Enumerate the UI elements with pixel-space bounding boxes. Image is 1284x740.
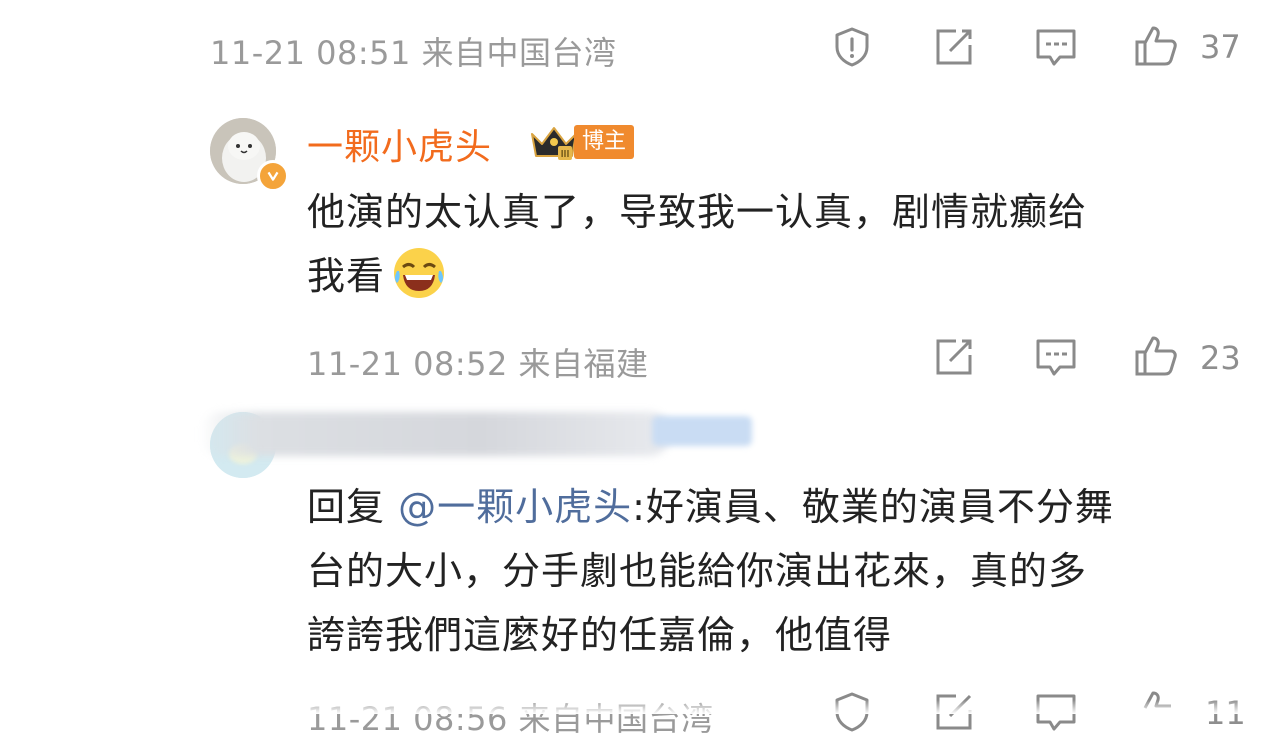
username-blurred (200, 412, 670, 456)
badge-label: 博主 (574, 125, 635, 159)
like-icon[interactable] (1134, 334, 1178, 378)
comment-text-line: 我看 (307, 244, 1227, 308)
mention-link[interactable]: @一颗小虎头 (398, 485, 632, 529)
comment-text-segment: 我看 (307, 254, 386, 298)
comment-text-segment: :好演員、敬業的演員不分舞 (632, 485, 1114, 529)
like-count: 23 (1200, 339, 1241, 377)
svg-text:III: III (561, 149, 570, 160)
repost-icon[interactable] (932, 25, 976, 69)
comment-text-line: 他演的太认真了，导致我一认真，剧情就癫给 (307, 190, 1088, 234)
comment-text-line: 台的大小，分手劇也能給你演出花來，真的多 (307, 549, 1088, 593)
comment-icon[interactable] (1034, 25, 1078, 69)
comment-text-line: 誇誇我們這麼好的任嘉倫，他值得 (307, 613, 893, 657)
repost-icon[interactable] (932, 335, 976, 379)
username[interactable]: 一颗小虎头 (307, 118, 492, 170)
like-icon[interactable] (1134, 24, 1178, 68)
comment-meta: 11-21 08:51 来自中国台湾 (210, 34, 617, 72)
blogger-badge: III 博主 (528, 122, 635, 162)
comment-meta: 11-21 08:52 来自福建 (307, 345, 649, 383)
laughing-emoji-icon (391, 245, 447, 301)
comment-text-line: 回复 @一颗小虎头:好演員、敬業的演員不分舞 (307, 475, 1247, 539)
crown-icon: III (528, 122, 580, 162)
comment-text: 回复 @一颗小虎头:好演員、敬業的演員不分舞 台的大小，分手劇也能給你演出花來，… (307, 475, 1247, 667)
scroll-fade (0, 700, 1284, 714)
comment-icon[interactable] (1034, 335, 1078, 379)
comment-text: 他演的太认真了，导致我一认真，剧情就癫给 我看 (307, 180, 1227, 308)
verified-badge-icon (257, 160, 289, 192)
reply-prefix: 回复 (307, 485, 399, 529)
report-icon[interactable] (830, 25, 874, 69)
fan-badge-blurred (652, 416, 752, 446)
like-count: 37 (1200, 28, 1241, 66)
